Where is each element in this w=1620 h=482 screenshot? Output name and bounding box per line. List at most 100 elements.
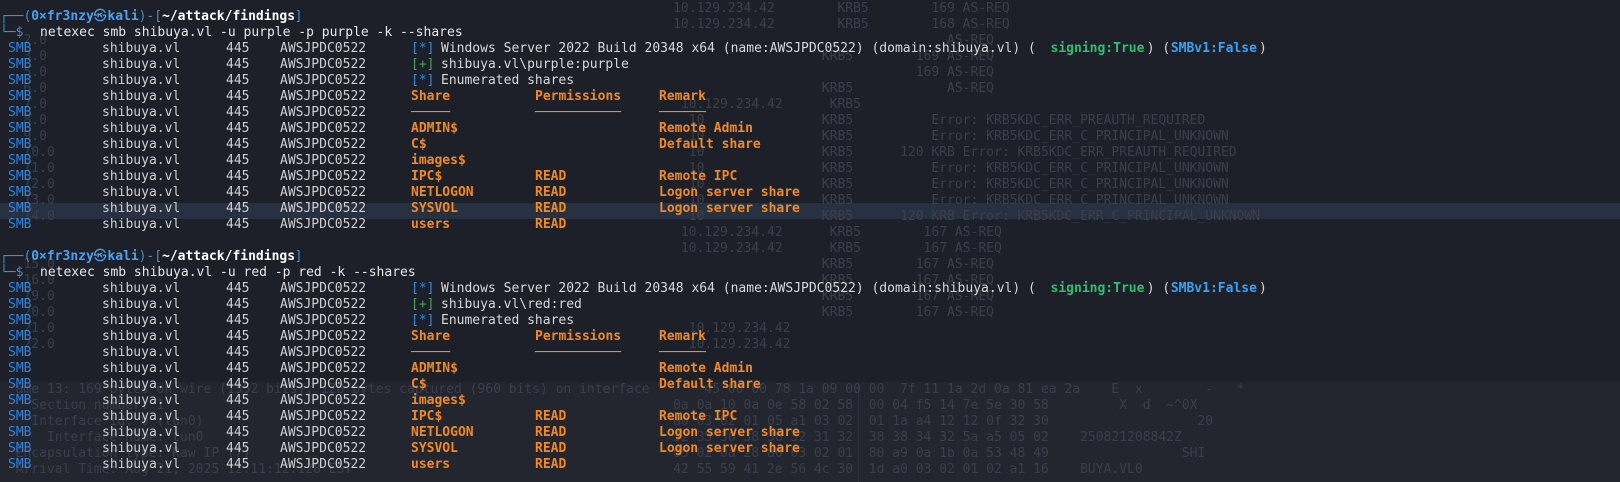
share-name: SYSVOL <box>411 201 458 216</box>
command-text: netexec smb shibuya.vl -u purple -p purp… <box>40 25 463 40</box>
target-name: AWSJPDC0522 <box>280 89 367 104</box>
command-line: └─$ netexec smb shibuya.vl -u red -p red … <box>0 265 1620 281</box>
output-row: SMB shibuya.vl 445 AWSJPDC0522 SYSVOL READ Log… <box>0 441 1620 457</box>
share-remark: Default share <box>659 137 761 152</box>
protocol-tag: SMB <box>8 409 32 424</box>
target-port: 445 <box>226 41 250 56</box>
share-name: C$ <box>411 377 427 392</box>
protocol-tag: SMB <box>8 361 32 376</box>
prompt-path: ~/attack/findings <box>162 9 296 24</box>
target-port: 445 <box>226 73 250 88</box>
target-name: AWSJPDC0522 <box>280 121 367 136</box>
share-remark: Remote IPC <box>659 409 738 424</box>
target-name: AWSJPDC0522 <box>280 169 367 184</box>
output-row: SMB shibuya.vl 445 AWSJPDC0522 [*] Windows Se… <box>0 41 1620 57</box>
target-host: shibuya.vl <box>102 153 181 168</box>
banner-separator: ) ( <box>1146 281 1171 296</box>
share-remark: Remote Admin <box>659 121 753 136</box>
target-port: 445 <box>226 345 250 360</box>
share-remark: ────── <box>659 345 706 360</box>
share-remark: ────── <box>659 105 706 120</box>
output-row: SMB shibuya.vl 445 AWSJPDC0522 users READ <box>0 217 1620 233</box>
share-name: users <box>411 457 451 472</box>
share-remark: Remote IPC <box>659 169 738 184</box>
prompt-user: 0×fr3nzy <box>31 9 94 24</box>
target-name: AWSJPDC0522 <box>280 217 367 232</box>
target-port: 445 <box>226 361 250 376</box>
prompt-frame: ┌──( <box>0 9 32 24</box>
terminal-window[interactable]: 10.129.234.42 KRB5 169 AS-REQ 10.129.234… <box>0 0 1620 482</box>
share-name: ───── <box>411 345 451 360</box>
share-name: ADMIN$ <box>411 361 458 376</box>
output-row: SMB shibuya.vl 445 AWSJPDC0522 [+] shibuya.vl… <box>0 297 1620 313</box>
prompt-frame: └─$ <box>0 25 24 40</box>
output-row: SMB shibuya.vl 445 AWSJPDC0522 [*] Enumerated… <box>0 313 1620 329</box>
status-text: Enumerated shares <box>441 73 575 88</box>
share-permissions: READ <box>535 185 567 200</box>
target-name: AWSJPDC0522 <box>280 41 367 56</box>
output-row: SMB shibuya.vl 445 AWSJPDC0522 images$ <box>0 393 1620 409</box>
signing-status: signing:True <box>1050 41 1145 56</box>
success-marker: [+] <box>411 297 435 312</box>
prompt-header: ┌──(0×fr3nzy ㉿ kali)-[~/attack/findings] <box>0 9 1620 25</box>
os-banner: Windows Server 2022 Build 20348 x64 (nam… <box>441 41 1036 56</box>
output-row: SMB shibuya.vl 445 AWSJPDC0522 ADMIN$ Remote … <box>0 121 1620 137</box>
output-row: SMB shibuya.vl 445 AWSJPDC0522 [*] Enumerated… <box>0 73 1620 89</box>
share-permissions: ─────────── <box>535 105 622 120</box>
protocol-tag: SMB <box>8 57 32 72</box>
share-remark: Logon server share <box>659 201 800 216</box>
output-row: SMB shibuya.vl 445 AWSJPDC0522 SYSVOL READ Log… <box>0 201 1620 217</box>
info-marker: [*] <box>411 73 435 88</box>
protocol-tag: SMB <box>8 377 32 392</box>
prompt-at-symbol: ㉿ <box>93 249 107 264</box>
share-name: images$ <box>411 153 466 168</box>
share-name: NETLOGON <box>411 425 474 440</box>
share-remark: Logon server share <box>659 425 800 440</box>
command-line: └─$ netexec smb shibuya.vl -u purple -p p… <box>0 25 1620 41</box>
target-name: AWSJPDC0522 <box>280 185 367 200</box>
share-name: ADMIN$ <box>411 121 458 136</box>
target-name: AWSJPDC0522 <box>280 153 367 168</box>
command-text: netexec smb shibuya.vl -u red -p red -k … <box>40 265 416 280</box>
info-marker: [*] <box>411 313 435 328</box>
target-port: 445 <box>226 217 250 232</box>
target-name: AWSJPDC0522 <box>280 313 367 328</box>
protocol-tag: SMB <box>8 313 32 328</box>
target-name: AWSJPDC0522 <box>280 281 367 296</box>
target-host: shibuya.vl <box>102 41 181 56</box>
share-remark: Logon server share <box>659 441 800 456</box>
target-host: shibuya.vl <box>102 361 181 376</box>
auth-success-text: shibuya.vl\red:red <box>441 297 582 312</box>
prompt-header: ┌──(0×fr3nzy ㉿ kali)-[~/attack/findings] <box>0 249 1620 265</box>
share-remark: Logon server share <box>659 185 800 200</box>
target-name: AWSJPDC0522 <box>280 393 367 408</box>
target-name: AWSJPDC0522 <box>280 345 367 360</box>
target-port: 445 <box>226 393 250 408</box>
target-port: 445 <box>226 297 250 312</box>
output-row: SMB shibuya.vl 445 AWSJPDC0522 [+] shibuya.vl… <box>0 57 1620 73</box>
share-permissions: READ <box>535 201 567 216</box>
protocol-tag: SMB <box>8 73 32 88</box>
protocol-tag: SMB <box>8 425 32 440</box>
target-port: 445 <box>226 329 250 344</box>
target-host: shibuya.vl <box>102 393 181 408</box>
target-host: shibuya.vl <box>102 185 181 200</box>
output-row: SMB shibuya.vl 445 AWSJPDC0522 ───── ────────… <box>0 105 1620 121</box>
share-name: Share <box>411 89 451 104</box>
target-host: shibuya.vl <box>102 89 181 104</box>
output-row: SMB shibuya.vl 445 AWSJPDC0522 users READ <box>0 457 1620 473</box>
prompt-frame: )-[ <box>138 249 163 264</box>
output-row: SMB shibuya.vl 445 AWSJPDC0522 C$ Default sha… <box>0 377 1620 393</box>
prompt-frame: )-[ <box>138 9 163 24</box>
target-name: AWSJPDC0522 <box>280 361 367 376</box>
output-row: SMB shibuya.vl 445 AWSJPDC0522 images$ <box>0 153 1620 169</box>
output-row: SMB shibuya.vl 445 AWSJPDC0522 Share Permissi… <box>0 89 1620 105</box>
target-host: shibuya.vl <box>102 217 181 232</box>
share-name: C$ <box>411 137 427 152</box>
target-name: AWSJPDC0522 <box>280 57 367 72</box>
protocol-tag: SMB <box>8 345 32 360</box>
smbv1-status: SMBv1:False <box>1170 281 1257 296</box>
target-host: shibuya.vl <box>102 105 181 120</box>
share-name: NETLOGON <box>411 185 474 200</box>
target-host: shibuya.vl <box>102 201 181 216</box>
